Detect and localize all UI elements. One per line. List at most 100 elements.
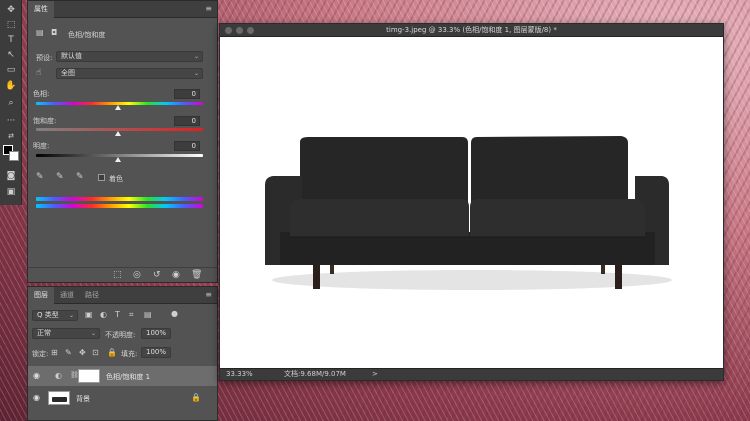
mask-icon[interactable]: ◘ [51, 28, 57, 37]
layer-row-hue-saturation[interactable]: ◉ ◐ ⛓ 色相/饱和度 1 [28, 366, 217, 386]
tools-toolbar: ✥ ⬚ T ↖ ▭ ✋ ⌕ ··· ⇄ ◙ ▣ [0, 0, 22, 205]
filter-pixel-icon[interactable]: ▣ [85, 310, 93, 319]
hue-label: 色相: [33, 90, 50, 98]
lock-transparent-icon[interactable]: ⊞ [51, 348, 58, 357]
eyedropper-icon[interactable]: ✎ [36, 172, 44, 182]
lock-position-icon[interactable]: ✥ [79, 348, 86, 357]
lock-all-icon[interactable]: 🔒 [107, 348, 117, 357]
image-canvas[interactable] [220, 37, 723, 369]
lightness-slider-thumb[interactable] [115, 157, 121, 162]
blend-mode-dropdown[interactable]: 正常 ⌄ [32, 328, 100, 339]
rectangle-icon[interactable]: ▭ [4, 64, 18, 76]
adjustment-layer-icon: ◐ [55, 371, 62, 380]
screen-mode-icon[interactable]: ▣ [4, 186, 18, 198]
background-color-swatch[interactable] [9, 151, 19, 161]
filter-shape-icon[interactable]: ⌗ [129, 310, 134, 320]
status-menu-arrow[interactable]: > [372, 369, 378, 380]
chevron-down-icon: ⌄ [68, 312, 74, 319]
fill-label: 填充: [121, 350, 138, 358]
layers-panel: 图层 通道 路径 ≡ Q 类型 ⌄ ▣ ◐ T ⌗ ▤ ● 正常 ⌄ 不透明度:… [27, 286, 218, 421]
fill-field[interactable]: 100% ⌄ [141, 347, 171, 358]
panel-menu-icon[interactable]: ≡ [205, 290, 212, 299]
visibility-icon[interactable]: ◉ [172, 270, 180, 280]
clip-to-layer-icon[interactable]: ⬚ [113, 270, 122, 280]
saturation-value-field[interactable]: 0 [174, 116, 200, 126]
hand-icon[interactable]: ✋ [4, 80, 18, 92]
adjustment-title: 色相/饱和度 [68, 31, 106, 39]
zoom-icon[interactable]: ⌕ [4, 97, 18, 109]
document-titlebar: timg-3.jpeg @ 33.3% (色相/饱和度 1, 图层蒙版/8) * [220, 24, 723, 37]
document-statusbar: 33.33% 文档:9.68M/9.07M > [220, 368, 723, 380]
eye-icon[interactable]: ◉ [33, 393, 40, 402]
marquee-icon[interactable]: ⬚ [4, 19, 18, 31]
channel-dropdown[interactable]: 全图 ⌄ [56, 68, 203, 79]
lock-artboard-icon[interactable]: ⊡ [92, 348, 99, 357]
swap-colors-icon[interactable]: ⇄ [4, 130, 18, 142]
preset-dropdown[interactable]: 默认值 ⌄ [56, 51, 203, 62]
chevron-down-icon: ⌄ [193, 70, 199, 77]
preset-label: 预设: [36, 54, 53, 62]
path-select-icon[interactable]: ↖ [4, 49, 18, 61]
blend-mode-value: 正常 [37, 329, 51, 337]
zoom-level[interactable]: 33.33% [226, 369, 253, 380]
layer-name: 色相/饱和度 1 [106, 373, 151, 381]
type-icon[interactable]: T [4, 34, 18, 46]
filter-type-icon[interactable]: T [115, 310, 120, 319]
preset-value: 默认值 [61, 52, 82, 60]
saturation-slider-thumb[interactable] [115, 131, 121, 136]
saturation-label: 饱和度: [33, 117, 57, 125]
lock-label: 锁定: [32, 350, 49, 358]
lightness-label: 明度: [33, 142, 50, 150]
adjustment-layer-icon: ▤ [36, 28, 44, 37]
opacity-label: 不透明度: [105, 331, 136, 339]
tab-properties[interactable]: 属性 [28, 1, 54, 18]
filter-adjustment-icon[interactable]: ◐ [100, 310, 107, 319]
view-previous-icon[interactable]: ◎ [133, 270, 141, 280]
properties-tabbar: 属性 ≡ [28, 1, 217, 18]
layer-mask-thumbnail[interactable] [78, 369, 100, 383]
eye-icon[interactable]: ◉ [33, 371, 40, 380]
sofa-image [265, 136, 672, 290]
hue-spectrum-top [36, 197, 203, 201]
filter-toggle-icon[interactable]: ● [171, 309, 178, 318]
tab-layers[interactable]: 图层 [28, 287, 54, 304]
layer-name: 背景 [76, 395, 90, 403]
trash-icon[interactable]: 🗑 [191, 270, 202, 280]
colorize-label: 着色 [109, 175, 123, 183]
sofa-thumbnail-shape [52, 397, 67, 402]
layer-thumbnail[interactable] [48, 391, 70, 405]
hue-spectrum-bottom [36, 204, 203, 208]
targeted-adjustment-hand-icon[interactable]: ☝ [36, 68, 41, 78]
channel-value: 全图 [61, 69, 75, 77]
quick-mask-icon[interactable]: ◙ [4, 170, 18, 182]
layer-filter-dropdown[interactable]: Q 类型 ⌄ [32, 310, 78, 321]
eyedropper-minus-icon[interactable]: ✎ [76, 172, 84, 182]
chevron-down-icon: ⌄ [161, 330, 167, 337]
lock-icon: 🔒 [191, 393, 201, 402]
reset-icon[interactable]: ↺ [153, 270, 161, 280]
move-icon[interactable]: ✥ [4, 4, 18, 16]
colorize-checkbox[interactable] [98, 174, 105, 181]
chevron-down-icon: ⌄ [90, 330, 96, 337]
doc-size: 文档:9.68M/9.07M [284, 370, 346, 378]
properties-footer: ⬚ ◎ ↺ ◉ 🗑 [28, 267, 217, 282]
panel-menu-icon[interactable]: ≡ [205, 4, 212, 13]
opacity-field[interactable]: 100% ⌄ [141, 328, 171, 339]
more-icon[interactable]: ··· [4, 115, 18, 127]
properties-panel: 属性 ≡ ▤ ◘ 色相/饱和度 预设: 默认值 ⌄ ☝ 全图 ⌄ 色相: 0 饱… [27, 0, 218, 283]
tab-channels[interactable]: 通道 [60, 287, 74, 304]
hue-slider-thumb[interactable] [115, 105, 121, 110]
lock-image-icon[interactable]: ✎ [65, 348, 72, 357]
layer-row-background[interactable]: ◉ 背景 🔒 [28, 388, 217, 408]
layer-filter-label: Q 类型 [37, 311, 59, 319]
filter-smart-object-icon[interactable]: ▤ [144, 310, 152, 319]
eyedropper-plus-icon[interactable]: ✎ [56, 172, 64, 182]
chevron-down-icon: ⌄ [193, 53, 199, 60]
document-title: timg-3.jpeg @ 33.3% (色相/饱和度 1, 图层蒙版/8) * [386, 26, 557, 34]
tab-paths[interactable]: 路径 [85, 287, 99, 304]
document-window: timg-3.jpeg @ 33.3% (色相/饱和度 1, 图层蒙版/8) *… [219, 23, 724, 381]
layers-tabbar: 图层 通道 路径 ≡ [28, 287, 217, 304]
lightness-value-field[interactable]: 0 [174, 141, 200, 151]
chevron-down-icon: ⌄ [161, 349, 167, 356]
hue-value-field[interactable]: 0 [174, 89, 200, 99]
